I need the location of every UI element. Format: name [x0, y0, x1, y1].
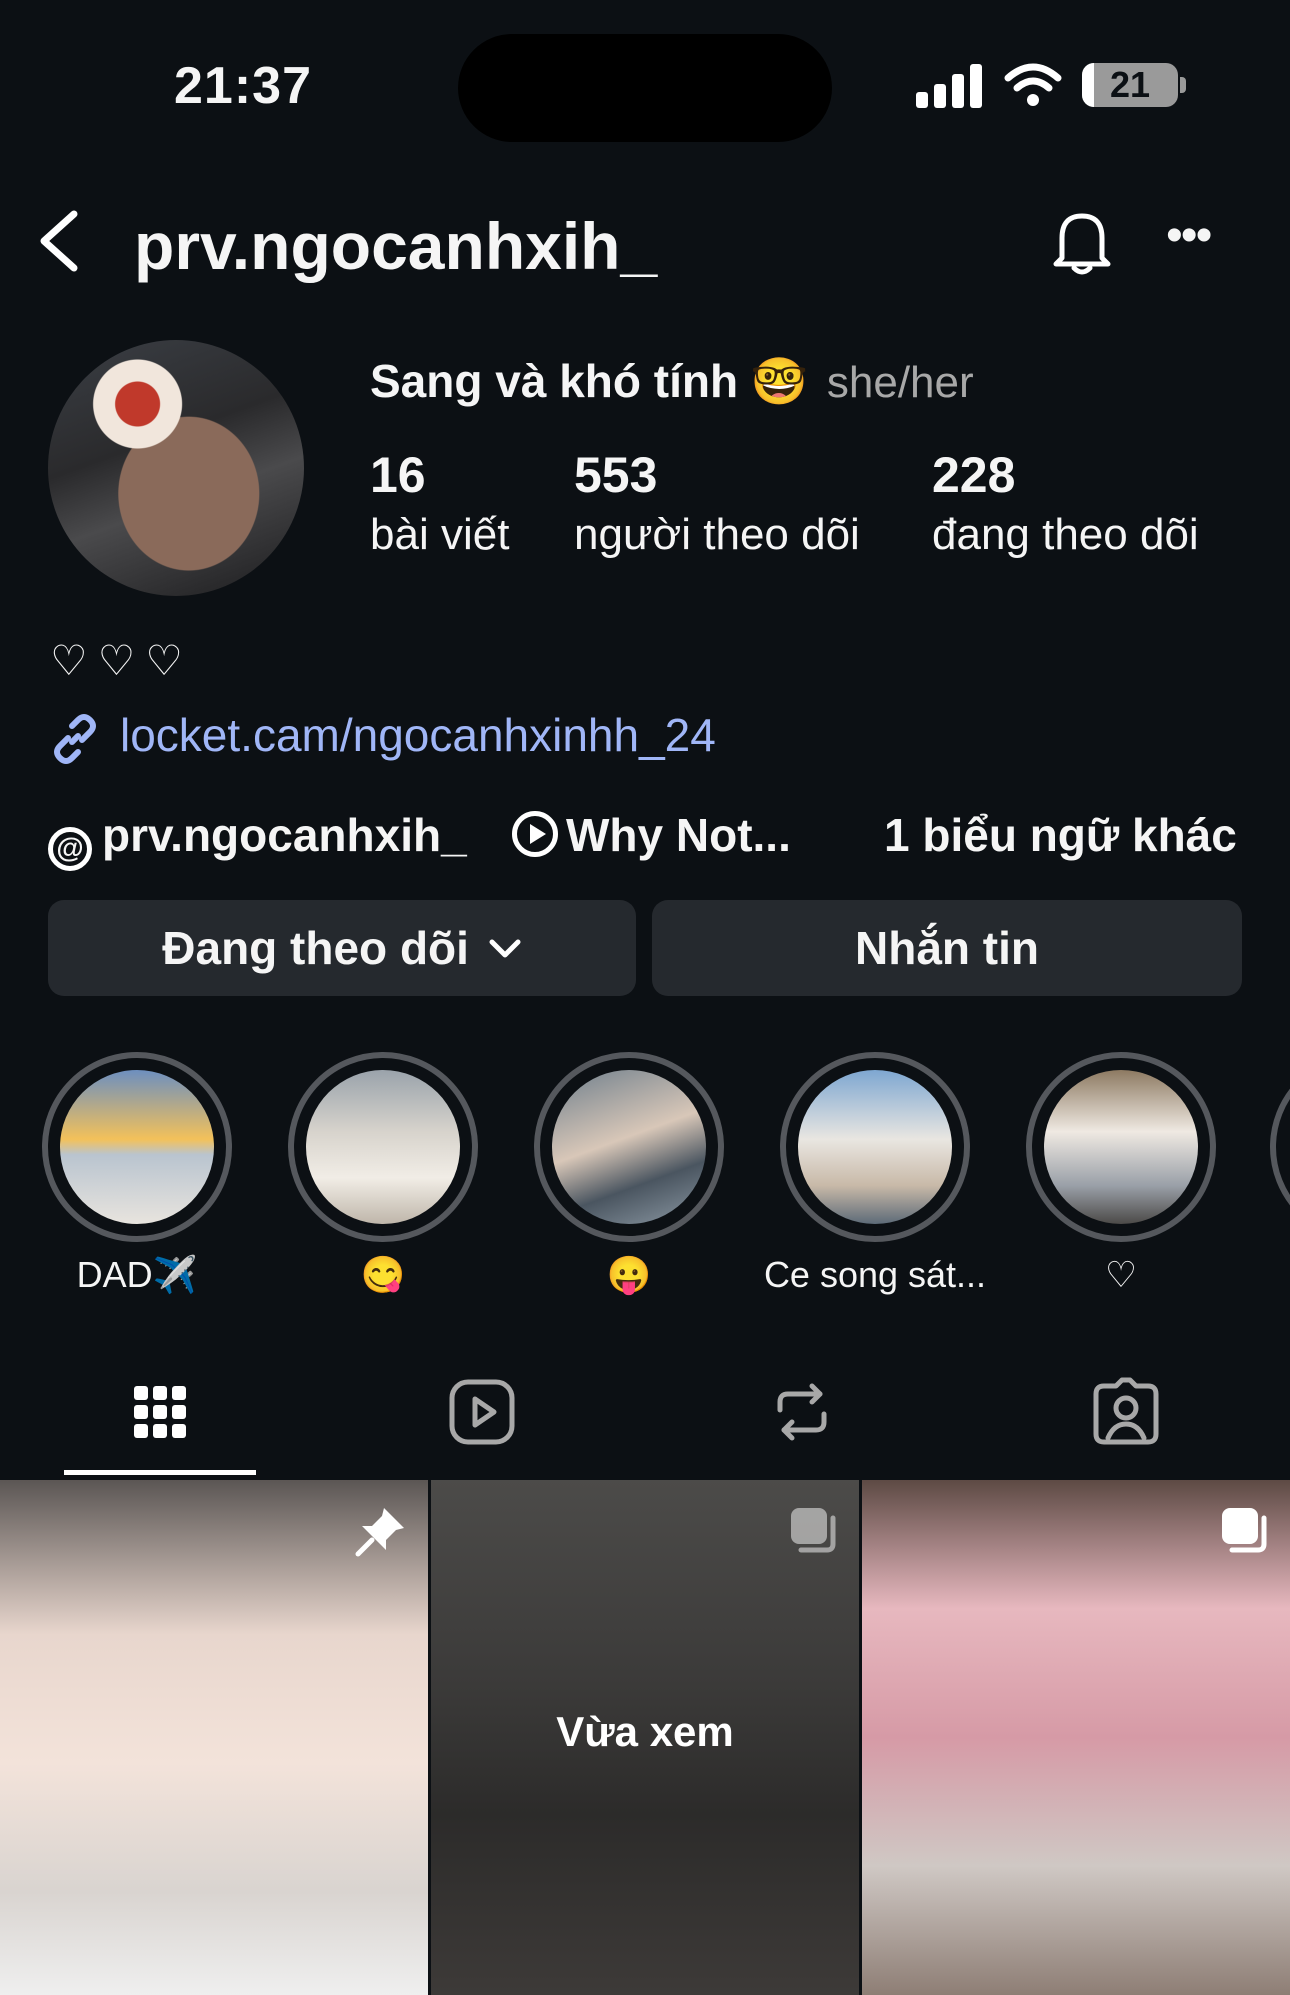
threads-badge[interactable]: @ prv.ngocanhxih_: [48, 808, 467, 871]
following-button-label: Đang theo dõi: [162, 922, 469, 974]
back-arrow-icon[interactable]: [34, 208, 84, 274]
following-label[interactable]: đang theo dõi: [932, 510, 1199, 560]
highlight-4[interactable]: [780, 1052, 970, 1242]
notification-bell-icon[interactable]: [1050, 208, 1114, 278]
play-circle-icon: [512, 811, 558, 857]
highlight-1-cover: [60, 1070, 214, 1224]
display-name-text: Sang và khó tính: [370, 355, 739, 407]
wifi-icon: [1004, 63, 1062, 106]
active-tab-indicator: [64, 1470, 256, 1475]
threads-handle: prv.ngocanhxih_: [102, 809, 467, 861]
pin-icon: [355, 1508, 404, 1557]
carousel-icon: [791, 1508, 836, 1553]
battery-fill: [1082, 63, 1094, 107]
highlight-5[interactable]: [1026, 1052, 1216, 1242]
grid-post-3[interactable]: [862, 1480, 1290, 1995]
more-options-icon[interactable]: •••: [1166, 212, 1222, 260]
cellular-signal-icon: [916, 64, 982, 108]
more-banners-link[interactable]: 1 biểu ngữ khác: [884, 808, 1237, 862]
threads-icon: @: [48, 827, 92, 871]
profile-link[interactable]: locket.cam/ngocanhxinhh_24: [120, 708, 716, 762]
pronouns: she/her: [826, 358, 974, 407]
highlight-5-cover: [1044, 1070, 1198, 1224]
highlight-3-label: 😛: [606, 1254, 652, 1295]
profile-avatar[interactable]: [48, 340, 304, 596]
reels-tab-icon[interactable]: [442, 1372, 522, 1452]
dynamic-island: [458, 34, 832, 142]
posts-count[interactable]: 16: [370, 446, 426, 504]
tagged-tab-icon[interactable]: [1086, 1372, 1166, 1452]
followers-label[interactable]: người theo dõi: [574, 510, 860, 560]
battery-level: 21: [1109, 64, 1151, 105]
highlight-2-cover: [306, 1070, 460, 1224]
bio-text: ♡♡♡: [50, 637, 193, 684]
posts-label[interactable]: bài viết: [370, 510, 509, 560]
message-button[interactable]: Nhắn tin: [652, 900, 1242, 996]
highlight-2[interactable]: [288, 1052, 478, 1242]
grid-post-2[interactable]: Vừa xem: [431, 1480, 859, 1995]
highlight-3-cover: [552, 1070, 706, 1224]
nerd-face-emoji: 🤓: [750, 355, 809, 407]
link-icon: [54, 714, 96, 764]
highlight-1[interactable]: [42, 1052, 232, 1242]
chevron-down-icon: [489, 939, 521, 958]
display-name: Sang và khó tính 🤓 she/her: [370, 354, 974, 409]
following-button[interactable]: Đang theo dõi: [48, 900, 636, 996]
music-badge[interactable]: Why Not...: [512, 808, 791, 862]
carousel-icon: [1222, 1508, 1267, 1553]
highlight-2-label: 😋: [360, 1254, 406, 1295]
music-title: Why Not...: [566, 809, 791, 861]
battery-tip: [1180, 77, 1186, 93]
highlight-5-label: ♡: [1104, 1254, 1138, 1295]
grid-tab-icon[interactable]: [120, 1372, 200, 1452]
highlight-1-label: DAD✈️: [76, 1254, 198, 1295]
highlight-4-cover: [798, 1070, 952, 1224]
reposts-tab-icon[interactable]: [762, 1372, 842, 1452]
profile-username: prv.ngocanhxih_: [134, 209, 658, 283]
followers-count[interactable]: 553: [574, 446, 657, 504]
following-count[interactable]: 228: [932, 446, 1015, 504]
grid-post-1[interactable]: [0, 1480, 428, 1995]
battery-icon: 21: [1082, 63, 1178, 107]
highlight-3[interactable]: [534, 1052, 724, 1242]
highlight-6-partial[interactable]: [1270, 1052, 1290, 1242]
status-time: 21:37: [174, 57, 312, 115]
recently-viewed-label: Vừa xem: [556, 1708, 734, 1755]
highlight-4-label: Ce song sát...: [763, 1254, 987, 1295]
